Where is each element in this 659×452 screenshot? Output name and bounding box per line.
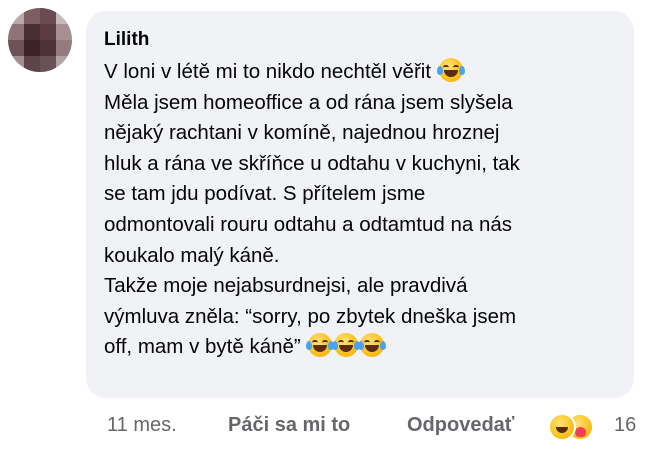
reaction-count[interactable]: 16 bbox=[614, 410, 636, 440]
comment-author[interactable]: Lilith bbox=[104, 28, 618, 52]
comment-line: hluk a rána ve skříňce u odtahu v kuchyn… bbox=[104, 151, 520, 175]
haha-reaction-icon bbox=[548, 413, 576, 441]
comment-timestamp[interactable]: 11 mes. bbox=[107, 410, 177, 440]
comment-actions: 11 mes. Páči sa mi to Odpovedať 16 bbox=[107, 410, 647, 441]
comment-text: V loni v létě mi to nikdo nechtěl věřit … bbox=[104, 57, 618, 363]
comment-line: výmluva zněla: “sorry, po zbytek dneška … bbox=[104, 304, 517, 328]
face-with-tears-of-joy-icon bbox=[436, 58, 465, 82]
reactions-summary[interactable] bbox=[548, 413, 604, 441]
face-with-tears-of-joy-icon bbox=[358, 333, 387, 358]
face-with-tears-of-joy-icon bbox=[306, 333, 335, 358]
comment-line: koukalo malý káně. bbox=[104, 243, 280, 267]
comment-line: Měla jsem homeoffice a od rána jsem slyš… bbox=[104, 90, 513, 114]
comment-line: se tam jdu podívat. S přítelem jsme bbox=[104, 182, 426, 206]
like-button[interactable]: Páči sa mi to bbox=[228, 410, 350, 440]
avatar[interactable] bbox=[8, 8, 72, 72]
comment-line: odmontovali rouru odtahu a odtamtud na n… bbox=[104, 212, 512, 236]
comment-line: Takže moje nejabsurdnejsi, ale pravdivá bbox=[104, 274, 468, 298]
comment-line: nějaký rachtani v komíně, najednou hrozn… bbox=[104, 121, 500, 145]
comment-line: V loni v létě mi to nikdo nechtěl věřit bbox=[104, 57, 618, 88]
comment-line: off, mam v bytě káně” bbox=[104, 332, 618, 363]
comment-bubble: Lilith V loni v létě mi to nikdo nechtěl… bbox=[86, 11, 634, 398]
face-with-tears-of-joy-icon bbox=[332, 333, 361, 358]
reply-button[interactable]: Odpovedať bbox=[407, 410, 514, 440]
